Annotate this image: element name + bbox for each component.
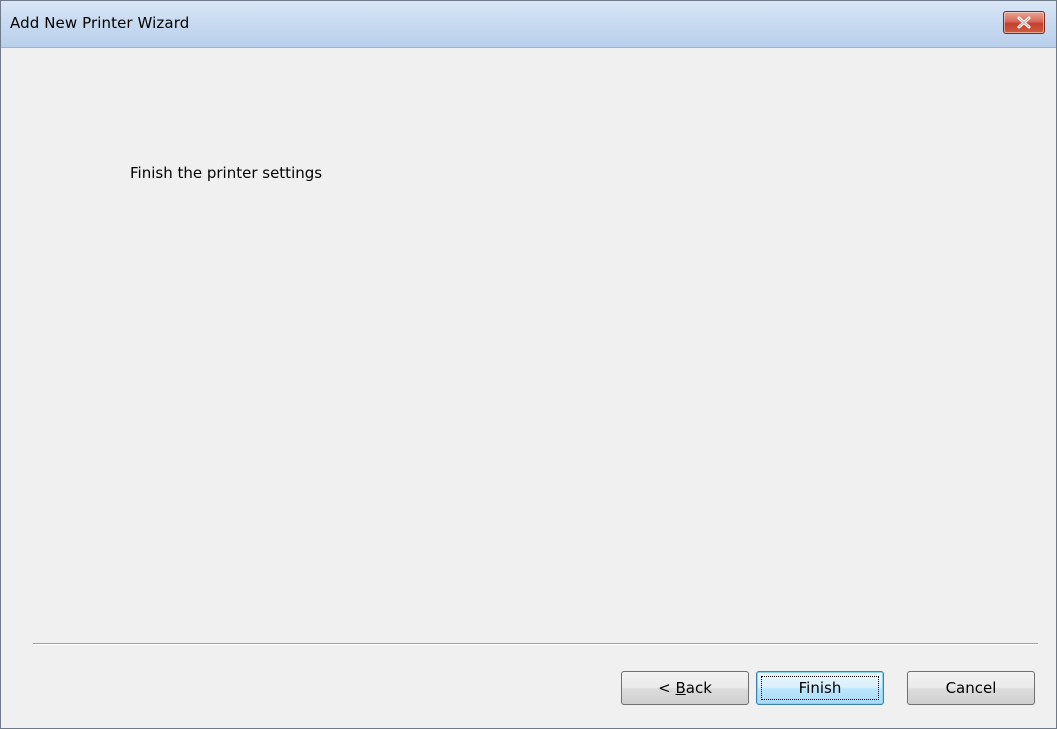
cancel-button-label: Cancel xyxy=(945,679,997,697)
wizard-window: Add New Printer Wizard Finish the printe… xyxy=(0,0,1057,729)
page-heading: Finish the printer settings xyxy=(130,164,323,182)
back-label-accelerator: B xyxy=(675,679,686,697)
window-title: Add New Printer Wizard xyxy=(10,14,190,32)
close-icon xyxy=(1017,16,1031,29)
cancel-button[interactable]: Cancel xyxy=(907,671,1035,705)
close-button[interactable] xyxy=(1003,11,1045,34)
back-label-prefix: < xyxy=(658,679,676,697)
back-label-rest: ack xyxy=(685,679,712,697)
title-bar[interactable]: Add New Printer Wizard xyxy=(1,1,1056,48)
back-button-label: < Back xyxy=(658,679,712,697)
wizard-content: Finish the printer settings < Back Finis… xyxy=(1,48,1056,728)
finish-button-label: Finish xyxy=(798,679,842,697)
button-separator xyxy=(33,643,1038,645)
finish-button[interactable]: Finish xyxy=(756,671,884,705)
back-button[interactable]: < Back xyxy=(621,671,749,705)
